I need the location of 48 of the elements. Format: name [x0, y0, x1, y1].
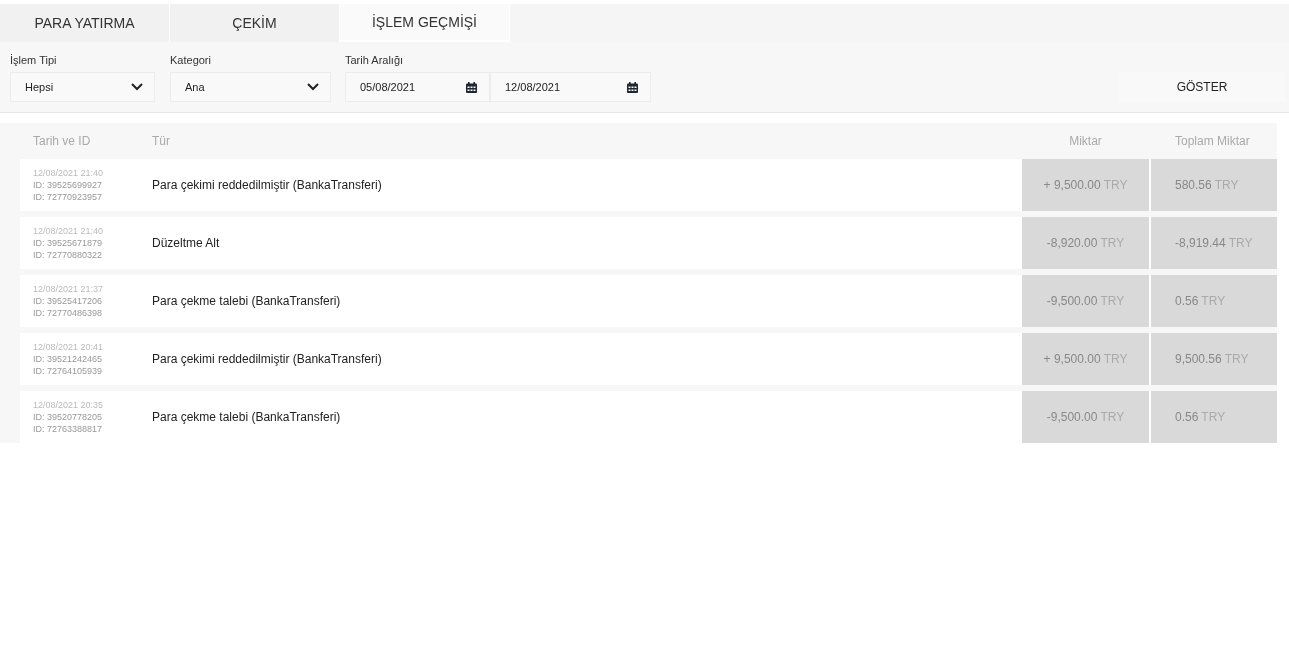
tab[interactable]: ÇEKİM: [170, 4, 340, 42]
transaction-id: ID: 39525417206: [33, 296, 104, 306]
transaction-id: ID: 39521242465: [33, 354, 104, 364]
calendar-icon: [627, 81, 638, 93]
date-time: 12/08/2021 20:41: [33, 342, 105, 352]
transaction-id: ID: 72763388817: [33, 424, 104, 434]
transaction-type: Düzeltme Alt: [152, 236, 221, 250]
transaction-id: ID: 39520778205: [33, 412, 104, 422]
column-header: Tarih ve ID: [32, 134, 92, 148]
transaction-id: ID: 72770486398: [33, 308, 104, 318]
tab[interactable]: İŞLEM GEÇMİŞİ: [340, 4, 510, 42]
total-value: 0.56: [1175, 410, 1199, 424]
type-dropdown[interactable]: Hepsi: [10, 72, 155, 102]
transaction-id: ID: 39525699927: [33, 180, 104, 190]
amount-value: -9,500.00: [1046, 294, 1098, 308]
tab[interactable]: PARA YATIRMA: [0, 4, 170, 42]
total-value: 580.56: [1175, 178, 1212, 192]
amount-value: -9,500.00: [1046, 410, 1098, 424]
date-time: 12/08/2021 20:35: [33, 400, 105, 410]
transaction-type: Para çekme talebi (BankaTransferi): [152, 410, 342, 424]
amount-value: -8,920.00: [1046, 236, 1098, 250]
date-field[interactable]: 05/08/2021: [345, 72, 490, 102]
date-time: 12/08/2021 21:40: [33, 168, 105, 178]
amount-value: + 9,500.00: [1043, 178, 1101, 192]
date-time: 12/08/2021 21:37: [33, 284, 105, 294]
transaction-id: ID: 72770880322: [33, 250, 104, 260]
amount-value: + 9,500.00: [1043, 352, 1101, 366]
date-field[interactable]: 12/08/2021: [490, 72, 651, 102]
field-label: Kategori: [170, 54, 212, 66]
transaction-type: Para çekme talebi (BankaTransferi): [152, 294, 342, 308]
date-time: 12/08/2021 21:40: [33, 226, 105, 236]
chevron-down-icon: [307, 83, 319, 91]
chevron-down-icon: [131, 83, 143, 91]
transaction-id: ID: 72764105939: [33, 366, 104, 376]
transaction-id: ID: 39525671879: [33, 238, 104, 248]
field-label: İşlem Tipi: [10, 54, 58, 66]
calendar-icon: [466, 81, 477, 93]
transaction-type: Para çekimi reddedilmiştir (BankaTransferi): [152, 352, 383, 366]
transaction-id: ID: 72770923957: [33, 192, 104, 202]
column-header: Toplam Miktar: [1174, 134, 1251, 148]
column-header: Tür: [152, 134, 171, 148]
field-label: Tarih Aralığı: [345, 54, 405, 66]
total-value: 0.56: [1175, 294, 1199, 308]
column-header: Miktar: [1068, 134, 1103, 148]
category-dropdown[interactable]: Ana: [170, 72, 331, 102]
total-value: 9,500.56: [1175, 352, 1222, 366]
total-value: -8,919.44: [1175, 236, 1226, 250]
transaction-type: Para çekimi reddedilmiştir (BankaTransferi): [152, 178, 383, 192]
